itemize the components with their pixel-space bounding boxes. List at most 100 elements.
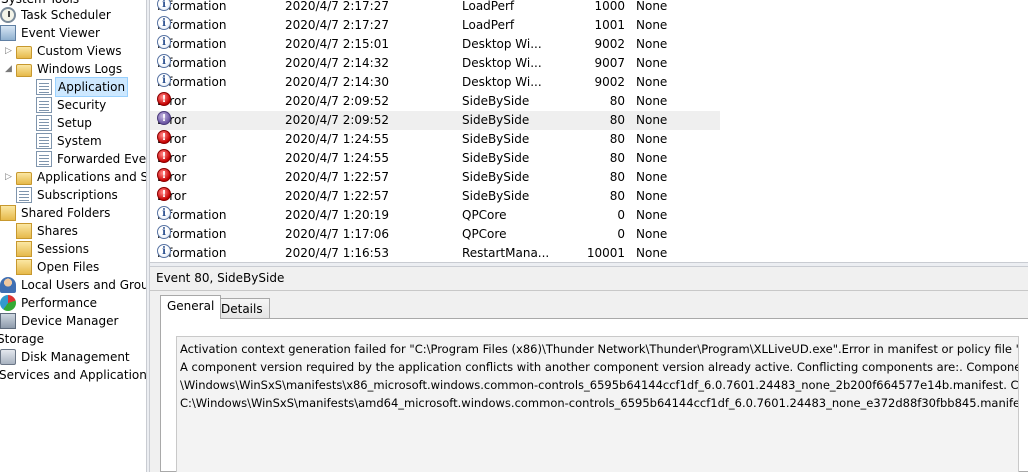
event-level-cell: i Information — [157, 225, 226, 244]
collapse-arrow-icon[interactable]: ◢ — [4, 60, 13, 78]
tree-item-shares[interactable]: Shares — [16, 222, 79, 240]
tree-item-label: Device Manager — [21, 314, 119, 328]
event-row[interactable]: i Information 2020/4/7 2:14:30 Desktop Wi..… — [150, 73, 720, 92]
tree-item-label: Performance — [21, 296, 98, 310]
tree-item-storage[interactable]: Storage — [0, 330, 45, 348]
event-source-cell: SideBySide — [462, 151, 530, 165]
event-date-cell: 2020/4/7 1:17:06 — [285, 227, 389, 241]
event-level-cell: i Information — [157, 0, 226, 16]
event-id-cell: 10001 — [586, 246, 625, 260]
tree-item-system[interactable]: System — [36, 132, 103, 150]
event-source-cell: RestartMana... — [462, 246, 550, 260]
event-row[interactable]: i Information 2020/4/7 1:17:06 QPCore 0 None — [150, 225, 720, 244]
tree-item-open-files[interactable]: Open Files — [16, 258, 100, 276]
log-icon — [36, 151, 52, 167]
tree-item-application[interactable]: Application — [36, 77, 129, 97]
tree-item-label: Setup — [57, 116, 92, 130]
tree-item-shared-folders[interactable]: Shared Folders — [0, 204, 111, 222]
tree-item-label: Disk Management — [21, 350, 130, 364]
event-id-cell: 80 — [609, 132, 625, 146]
event-task-category-cell: None — [636, 208, 668, 222]
tab-general[interactable]: General — [160, 295, 222, 319]
event-source-cell: Desktop Wi... — [462, 37, 542, 51]
clock-icon — [0, 7, 16, 23]
tree-item-services-and-applications[interactable]: Services and Applications — [0, 366, 146, 384]
event-source-cell: LoadPerf — [462, 18, 515, 32]
tree-item-device-manager[interactable]: Device Manager — [0, 312, 119, 330]
tree-item-security[interactable]: Security — [36, 96, 107, 114]
event-id-cell: 0 — [617, 227, 625, 241]
shared-folder-icon — [16, 259, 32, 275]
event-id-cell: 9007 — [594, 56, 625, 70]
tree-item-label: Event Viewer — [21, 26, 100, 40]
event-task-category-cell: None — [636, 151, 668, 165]
tree-item-task-scheduler[interactable]: Task Scheduler — [0, 6, 112, 24]
tab-panel-general: Activation context generation failed for… — [160, 318, 1028, 472]
event-message-box[interactable]: Activation context generation failed for… — [176, 336, 1019, 472]
event-task-category-cell: None — [636, 0, 668, 13]
event-viewer-icon — [0, 25, 16, 41]
tab-details[interactable]: Details — [214, 298, 270, 320]
event-row[interactable]: ! Error 2020/4/7 1:22:57 SideBySide 80 None — [150, 187, 720, 206]
event-source-cell: SideBySide — [462, 170, 530, 184]
tree-item-subscriptions[interactable]: Subscriptions — [16, 186, 119, 204]
event-row[interactable]: i Information 2020/4/7 2:17:27 LoadPerf 1001… — [150, 16, 720, 35]
tree-item-label: Subscriptions — [37, 188, 118, 202]
event-task-category-cell: None — [636, 37, 668, 51]
information-icon: i — [157, 73, 171, 87]
tree-item-label: Security — [57, 98, 107, 112]
event-row[interactable]: i Information 2020/4/7 2:15:01 Desktop Wi..… — [150, 35, 720, 54]
event-row[interactable]: ! Error 2020/4/7 2:09:52 SideBySide 80 None — [150, 111, 720, 130]
event-row[interactable]: i Information 2020/4/7 1:20:19 QPCore 0 None — [150, 206, 720, 225]
event-row[interactable]: ! Error 2020/4/7 1:24:55 SideBySide 80 None — [150, 149, 720, 168]
tree-item-label: Shared Folders — [21, 206, 111, 220]
tree-item-label: Forwarded Events — [57, 152, 146, 166]
event-id-cell: 80 — [609, 170, 625, 184]
event-level-cell: i Information — [157, 35, 226, 54]
event-source-cell: SideBySide — [462, 113, 530, 127]
disk-icon — [0, 349, 16, 365]
tree-item-label: Application — [54, 77, 129, 97]
message-line: \Windows\WinSxS\manifests\x86_microsoft.… — [180, 378, 1019, 392]
tree-item-windows-logs[interactable]: ◢ Windows Logs — [4, 60, 123, 78]
event-date-cell: 2020/4/7 2:09:52 — [285, 94, 389, 108]
event-row[interactable]: ! Error 2020/4/7 1:22:57 SideBySide 80 None — [150, 168, 720, 187]
event-row[interactable]: i Information 2020/4/7 1:16:53 RestartMana.… — [150, 244, 720, 262]
event-list: i Information 2020/4/7 2:17:27 LoadPerf 1000… — [150, 0, 1028, 262]
tree-item-performance[interactable]: Performance — [0, 294, 98, 312]
event-date-cell: 2020/4/7 1:24:55 — [285, 132, 389, 146]
tree-item-local-users-and-groups[interactable]: Local Users and Groups — [0, 276, 146, 294]
event-row[interactable]: i Information 2020/4/7 2:17:27 LoadPerf 1000… — [150, 0, 720, 16]
divider — [150, 290, 1028, 291]
information-icon: i — [157, 225, 171, 239]
tree-item-forwarded-events[interactable]: Forwarded Events — [36, 150, 146, 168]
event-row[interactable]: i Information 2020/4/7 2:14:32 Desktop Wi..… — [150, 54, 720, 73]
event-task-category-cell: None — [636, 18, 668, 32]
event-row[interactable]: ! Error 2020/4/7 2:09:52 SideBySide 80 None — [150, 92, 720, 111]
tree-item-label: Applications and Services Logs — [37, 170, 146, 184]
tree-item-label: Sessions — [37, 242, 90, 256]
event-date-cell: 2020/4/7 2:14:32 — [285, 56, 389, 70]
tree-item-disk-management[interactable]: Disk Management — [0, 348, 131, 366]
error-icon: ! — [157, 187, 171, 201]
log-icon — [36, 79, 52, 95]
tree-item-sessions[interactable]: Sessions — [16, 240, 90, 258]
tree-item-label: System — [57, 134, 102, 148]
event-task-category-cell: None — [636, 132, 668, 146]
tree-item-setup[interactable]: Setup — [36, 114, 93, 132]
tree-item-applications-and-services-logs[interactable]: ▷ Applications and Services Logs — [4, 168, 146, 186]
event-row[interactable]: ! Error 2020/4/7 1:24:55 SideBySide 80 None — [150, 130, 720, 149]
error-icon: ! — [157, 168, 171, 182]
expand-arrow-icon[interactable]: ▷ — [4, 42, 13, 60]
event-source-cell: QPCore — [462, 208, 507, 222]
tree-item-label: Custom Views — [37, 44, 122, 58]
tree-item-event-viewer[interactable]: Event Viewer — [0, 24, 101, 42]
event-task-category-cell: None — [636, 56, 668, 70]
event-date-cell: 2020/4/7 2:09:52 — [285, 113, 389, 127]
detail-title: Event 80, SideBySide — [156, 271, 285, 285]
error-icon: ! — [157, 149, 171, 163]
tree-item-custom-views[interactable]: ▷ Custom Views — [4, 42, 123, 60]
expand-arrow-icon[interactable]: ▷ — [4, 168, 13, 186]
information-icon: i — [157, 54, 171, 68]
message-line: C:\Windows\WinSxS\manifests\amd64_micros… — [180, 396, 1019, 410]
